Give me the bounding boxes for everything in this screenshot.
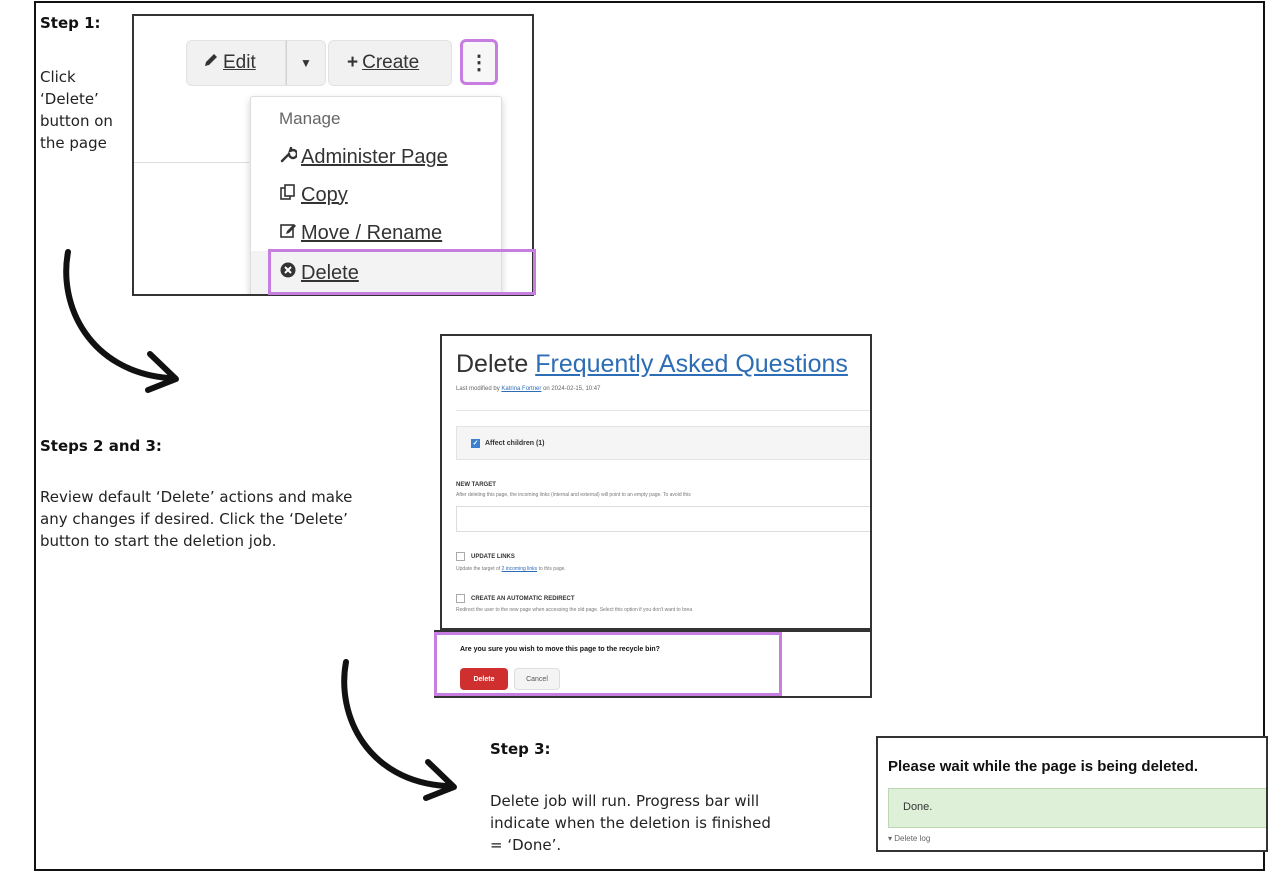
delete-highlight-box <box>268 249 536 295</box>
wrench-icon <box>279 145 299 169</box>
curved-arrow-icon <box>341 659 457 801</box>
step1-instructions: Click ‘Delete’ button on the page <box>40 66 113 154</box>
step3-instructions: Delete job will run. Progress bar will i… <box>490 790 771 856</box>
redirect-heading: CREATE AN AUTOMATIC REDIRECT <box>471 595 575 602</box>
create-label: Create <box>362 52 420 73</box>
meta-prefix: Last modified by <box>456 386 500 392</box>
menu-item-label: Administer Page <box>301 145 448 168</box>
step3-line: Delete job will run. Progress bar will <box>490 792 760 810</box>
edit-dropdown-button[interactable]: ▼ <box>286 40 326 86</box>
update-links-prefix: Update the target of <box>456 566 501 572</box>
plus-icon: + <box>347 52 359 73</box>
edit-label: Edit <box>223 52 256 73</box>
last-modified-line: Last modified by Katrina Fortner on 2024… <box>456 386 600 392</box>
step1-line: the page <box>40 134 107 152</box>
copy-icon <box>279 183 297 207</box>
redirect-option: CREATE AN AUTOMATIC REDIRECT <box>456 594 575 603</box>
progress-status: Done. <box>903 801 933 813</box>
edit-button[interactable]: Edit <box>186 40 286 86</box>
update-links-option: UPDATE LINKS <box>456 552 515 561</box>
update-links-checkbox[interactable] <box>456 552 465 561</box>
menu-item-label: Copy <box>301 183 348 206</box>
meta-suffix: on 2024-02-15, 10:47 <box>543 386 601 392</box>
menu-item-move-rename[interactable]: Move / Rename <box>279 221 442 245</box>
curved-arrow-icon <box>63 249 179 393</box>
menu-item-administer-page[interactable]: Administer Page <box>279 145 448 169</box>
menu-item-copy[interactable]: Copy <box>279 183 348 207</box>
redirect-checkbox[interactable] <box>456 594 465 603</box>
progress-bar-fill <box>889 789 1266 827</box>
page-title: Delete Frequently Asked Questions <box>456 350 848 379</box>
delete-log-label: Delete log <box>894 834 931 843</box>
title-prefix: Delete <box>456 350 529 378</box>
progress-bar: Done. <box>888 788 1266 828</box>
screenshot-delete-progress: Please wait while the page is being dele… <box>876 736 1268 852</box>
new-target-input[interactable] <box>456 506 870 532</box>
step1-line: ‘Delete’ <box>40 90 99 108</box>
step2-line: any changes if desired. Click the ‘Delet… <box>40 510 348 528</box>
confirm-highlight-box <box>434 632 782 696</box>
affect-children-checkbox[interactable]: ✓ <box>471 438 480 448</box>
pencil-icon <box>203 52 219 74</box>
step3-line: indicate when the deletion is finished <box>490 814 771 832</box>
progress-title: Please wait while the page is being dele… <box>888 758 1199 775</box>
step1-line: Click <box>40 68 76 86</box>
divider <box>134 162 249 163</box>
new-target-heading: NEW TARGET <box>456 482 496 488</box>
caret-down-icon: ▼ <box>300 56 312 70</box>
update-links-heading: UPDATE LINKS <box>471 553 515 560</box>
update-links-suffix: to this page. <box>538 566 566 572</box>
menu-item-label: Move / Rename <box>301 221 443 244</box>
edit-icon <box>279 221 297 245</box>
delete-log-toggle[interactable]: ▾ Delete log <box>888 834 930 843</box>
step1-line: button on <box>40 112 113 130</box>
more-actions-button[interactable]: ⋮ <box>460 39 498 85</box>
affect-children-panel: ✓ Affect children (1) <box>456 426 870 460</box>
divider <box>456 410 870 411</box>
create-button[interactable]: + Create <box>328 40 452 86</box>
title-link[interactable]: Frequently Asked Questions <box>535 350 848 378</box>
step2-instructions: Review default ‘Delete’ actions and make… <box>40 486 352 552</box>
screenshot-delete-page: Delete Frequently Asked Questions Last m… <box>440 334 872 630</box>
step2-line: Review default ‘Delete’ actions and make <box>40 488 353 506</box>
author-link[interactable]: Katrina Fortner <box>501 386 541 392</box>
step1-heading: Step 1: <box>40 14 101 32</box>
redirect-description: Redirect the user to the new page when a… <box>456 607 693 613</box>
step2-heading: Steps 2 and 3: <box>40 437 162 455</box>
affect-children-label: Affect children (1) <box>485 439 545 447</box>
incoming-links-link[interactable]: 2 incoming links <box>502 566 538 572</box>
new-target-description: After deleting this page, the incoming l… <box>456 492 691 498</box>
step2-line: button to start the deletion job. <box>40 532 277 550</box>
step3-line: = ‘Done’. <box>490 836 562 854</box>
caret-down-icon: ▾ <box>888 834 893 843</box>
vertical-ellipsis-icon: ⋮ <box>469 51 489 74</box>
update-links-description: Update the target of 2 incoming links to… <box>456 566 566 572</box>
menu-header: Manage <box>279 109 341 128</box>
step3-heading: Step 3: <box>490 740 551 758</box>
